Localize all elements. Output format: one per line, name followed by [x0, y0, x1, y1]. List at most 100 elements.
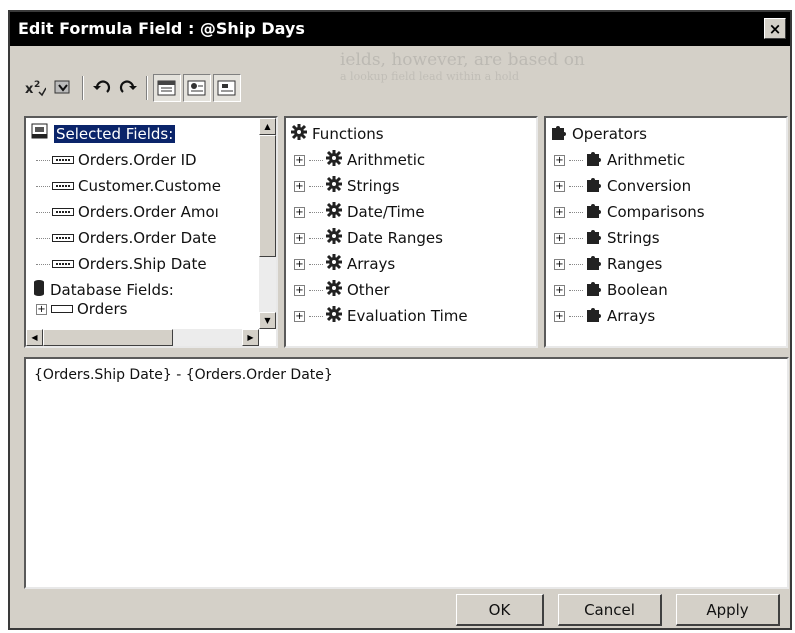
operator-category[interactable]: + Ranges	[554, 252, 662, 276]
function-category[interactable]: + Other	[294, 278, 390, 302]
expand-icon[interactable]: +	[294, 258, 305, 270]
background-bleed-text: ields, however, are based on	[340, 50, 585, 70]
field-item[interactable]: Orders.Ship Date	[36, 252, 207, 276]
expand-icon[interactable]: +	[294, 284, 305, 296]
gear-icon	[325, 201, 343, 223]
apply-button[interactable]: Apply	[676, 594, 780, 626]
field-tree-icon[interactable]	[153, 74, 181, 102]
title-bar[interactable]: Edit Formula Field : @Ship Days ×	[10, 12, 790, 46]
puzzle-icon	[585, 175, 603, 197]
database-table-label: Orders	[77, 302, 128, 316]
puzzle-icon	[585, 227, 603, 249]
function-category[interactable]: + Date/Time	[294, 200, 425, 224]
selected-fields-header[interactable]: Selected Fields:	[30, 122, 176, 146]
puzzle-icon	[585, 149, 603, 171]
database-fields-header[interactable]: Database Fields:	[32, 278, 174, 302]
fields-vertical-scrollbar[interactable]: ▲ ▼	[259, 118, 276, 329]
field-icon	[52, 207, 74, 217]
function-category[interactable]: + Arithmetic	[294, 148, 425, 172]
puzzle-icon	[585, 201, 603, 223]
function-category[interactable]: + Evaluation Time	[294, 304, 468, 328]
expand-icon[interactable]: +	[294, 206, 305, 218]
scroll-down-icon[interactable]: ▼	[259, 312, 276, 329]
field-item-label: Customer.Custome	[78, 177, 221, 195]
puzzle-icon	[585, 279, 603, 301]
table-icon	[51, 304, 73, 314]
functions-header[interactable]: Functions	[290, 122, 384, 146]
operator-category-label: Conversion	[607, 177, 692, 195]
undo-icon[interactable]	[90, 74, 114, 102]
function-category[interactable]: + Arrays	[294, 252, 395, 276]
operators-tree-panel[interactable]: Operators + Arithmetic + Conversion + Co…	[544, 116, 788, 348]
expand-icon[interactable]: +	[36, 303, 47, 315]
scroll-left-icon[interactable]: ◀	[26, 329, 43, 346]
gear-icon	[325, 149, 343, 171]
function-category-label: Other	[347, 281, 390, 299]
operator-category-label: Arithmetic	[607, 151, 686, 169]
operator-category[interactable]: + Arrays	[554, 304, 655, 328]
field-item[interactable]: Customer.Custome	[36, 174, 221, 198]
edit-formula-dialog: Edit Formula Field : @Ship Days × ields,…	[8, 10, 792, 630]
functions-gear-icon	[290, 123, 308, 145]
operator-category[interactable]: + Strings	[554, 226, 660, 250]
function-category-label: Strings	[347, 177, 400, 195]
function-tree-icon[interactable]	[183, 74, 211, 102]
database-icon	[32, 279, 46, 301]
expand-icon[interactable]: +	[294, 232, 305, 244]
operator-category[interactable]: + Boolean	[554, 278, 668, 302]
expand-icon[interactable]: +	[554, 180, 565, 192]
expand-icon[interactable]: +	[554, 232, 565, 244]
operator-category-label: Ranges	[607, 255, 663, 273]
window-title: Edit Formula Field : @Ship Days	[18, 19, 305, 38]
function-category-label: Date/Time	[347, 203, 425, 221]
expand-icon[interactable]: +	[294, 310, 305, 322]
field-item[interactable]: Orders.Order Date	[36, 226, 216, 250]
field-item-label: Orders.Ship Date	[78, 255, 207, 273]
close-button[interactable]: ×	[764, 18, 786, 39]
expand-icon[interactable]: +	[554, 284, 565, 296]
field-item[interactable]: Orders.Order ID	[36, 148, 197, 172]
gear-icon	[325, 227, 343, 249]
formula-editor[interactable]: {Orders.Ship Date} - {Orders.Order Date}	[24, 357, 789, 589]
expand-icon[interactable]: +	[554, 154, 565, 166]
database-fields-label: Database Fields:	[50, 281, 174, 299]
fields-tree-panel[interactable]: Selected Fields: Orders.Order ID Custome…	[24, 116, 278, 348]
operator-category[interactable]: + Conversion	[554, 174, 691, 198]
operator-category[interactable]: + Comparisons	[554, 200, 705, 224]
field-item-label: Orders.Order ID	[78, 151, 197, 169]
fields-horizontal-scrollbar[interactable]: ◀ ▶	[26, 329, 259, 346]
expand-icon[interactable]: +	[554, 310, 565, 322]
function-category[interactable]: + Date Ranges	[294, 226, 443, 250]
operator-category[interactable]: + Arithmetic	[554, 148, 685, 172]
cancel-button[interactable]: Cancel	[558, 594, 662, 626]
horizontal-scroll-thumb[interactable]	[43, 329, 173, 346]
field-item-label: Orders.Order Amoı	[78, 203, 219, 221]
svg-text:2: 2	[34, 80, 40, 90]
selected-fields-icon	[30, 123, 50, 145]
superscript-check-icon[interactable]: x2	[22, 74, 48, 102]
function-category-label: Arrays	[347, 255, 396, 273]
operators-header[interactable]: Operators	[550, 122, 647, 146]
scroll-right-icon[interactable]: ▶	[242, 329, 259, 346]
scroll-up-icon[interactable]: ▲	[259, 118, 276, 135]
expand-icon[interactable]: +	[554, 206, 565, 218]
database-table-item[interactable]: + Orders	[36, 302, 127, 316]
toolbar: x2	[20, 74, 320, 104]
expand-icon[interactable]: +	[294, 180, 305, 192]
redo-icon[interactable]	[116, 74, 140, 102]
expand-icon[interactable]: +	[294, 154, 305, 166]
formula-expert-icon[interactable]	[50, 74, 76, 102]
operator-tree-icon[interactable]	[213, 74, 241, 102]
gear-icon	[325, 253, 343, 275]
gear-icon	[325, 175, 343, 197]
operators-label: Operators	[572, 125, 647, 143]
function-category-label: Arithmetic	[347, 151, 426, 169]
ok-button[interactable]: OK	[456, 594, 544, 626]
field-icon	[52, 155, 74, 165]
field-item[interactable]: Orders.Order Amoı	[36, 200, 219, 224]
expand-icon[interactable]: +	[554, 258, 565, 270]
operator-category-label: Strings	[607, 229, 660, 247]
function-category[interactable]: + Strings	[294, 174, 400, 198]
vertical-scroll-thumb[interactable]	[259, 135, 276, 257]
functions-tree-panel[interactable]: Functions + Arithmetic + Strings + Date/…	[284, 116, 538, 348]
